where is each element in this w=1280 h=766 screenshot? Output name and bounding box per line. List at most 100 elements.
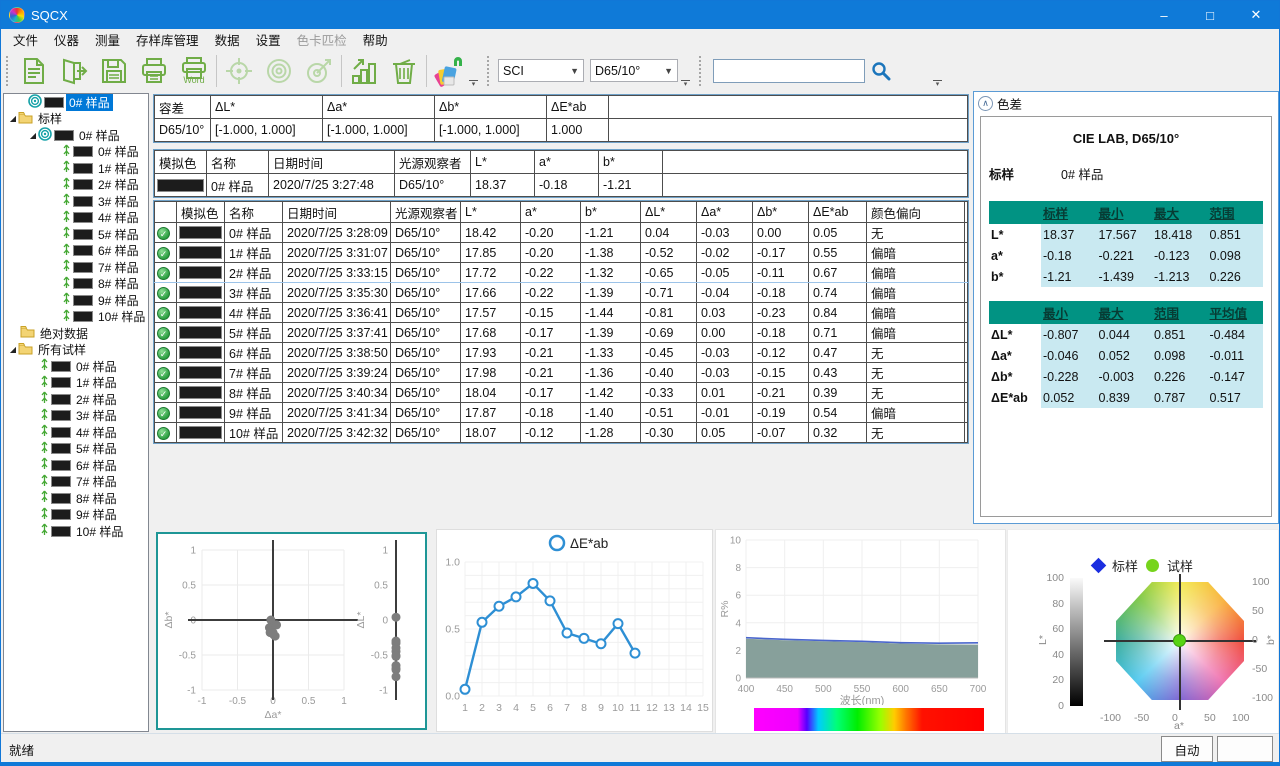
table-row[interactable]: ✓1# 样品2020/7/25 3:31:07D65/10°17.85-0.20… bbox=[155, 243, 968, 263]
tree-item[interactable]: 3# 样品 bbox=[4, 408, 148, 425]
column-header[interactable] bbox=[155, 202, 177, 223]
scatter-chart-panel[interactable]: 10.50-0.5-1-1-0.500.51Δb*Δa*10.50-0.5-1Δ… bbox=[156, 532, 427, 730]
calibrate-black-button[interactable] bbox=[219, 52, 259, 90]
table-row[interactable]: ✓7# 样品2020/7/25 3:39:24D65/10°17.98-0.21… bbox=[155, 363, 968, 383]
auto-button[interactable]: 自动 bbox=[1161, 736, 1213, 762]
close-button[interactable]: ✕ bbox=[1233, 1, 1279, 29]
tree-item[interactable]: 8# 样品 bbox=[4, 276, 148, 293]
expanded-triangle-icon[interactable]: ◢ bbox=[28, 131, 38, 140]
tree-item[interactable]: 7# 样品 bbox=[4, 474, 148, 491]
menu-item[interactable]: 文件 bbox=[5, 28, 46, 51]
column-header[interactable]: 容差 bbox=[155, 96, 211, 119]
gamut-chart-panel[interactable]: 标样 试样 100806040200100500-50-100-100-5005… bbox=[1007, 529, 1279, 736]
calibrate-white-button[interactable] bbox=[259, 52, 299, 90]
column-header[interactable]: 光源观察者 bbox=[395, 151, 471, 174]
tree-item[interactable]: 9# 样品 bbox=[4, 292, 148, 309]
collapse-icon[interactable]: ∧ bbox=[978, 96, 993, 111]
tree-item[interactable]: 9# 样品 bbox=[4, 507, 148, 524]
column-header[interactable]: 光源观察者 bbox=[391, 202, 461, 223]
table-row[interactable]: ✓5# 样品2020/7/25 3:37:41D65/10°17.68-0.17… bbox=[155, 323, 968, 343]
column-header[interactable]: b* bbox=[599, 151, 663, 174]
column-header[interactable]: 模拟色 bbox=[177, 202, 225, 223]
deltae-chart-panel[interactable]: 1234567891011121314150.00.51.0ΔE*ab bbox=[436, 529, 713, 732]
tree-item[interactable]: ◢0# 样品 bbox=[4, 127, 148, 144]
new-document-button[interactable] bbox=[14, 52, 54, 90]
column-header[interactable] bbox=[609, 96, 968, 119]
toolbar-grip[interactable] bbox=[487, 56, 492, 86]
tree-item[interactable]: 1# 样品 bbox=[4, 160, 148, 177]
toolbar-grip[interactable] bbox=[6, 56, 11, 86]
column-header[interactable]: L* bbox=[461, 202, 521, 223]
table-row[interactable]: ✓3# 样品2020/7/25 3:35:30D65/10°17.66-0.22… bbox=[155, 283, 968, 303]
table-row[interactable]: ✓2# 样品2020/7/25 3:33:15D65/10°17.72-0.22… bbox=[155, 263, 968, 283]
illuminant-select[interactable]: D65/10° ▼ bbox=[590, 59, 678, 82]
column-header[interactable]: 名称 bbox=[225, 202, 283, 223]
minimize-button[interactable]: – bbox=[1141, 1, 1187, 29]
tree-item[interactable]: 3# 样品 bbox=[4, 193, 148, 210]
column-header[interactable]: b* bbox=[581, 202, 641, 223]
expanded-triangle-icon[interactable]: ◢ bbox=[8, 345, 18, 354]
table-row[interactable]: ✓8# 样品2020/7/25 3:40:34D65/10°18.04-0.17… bbox=[155, 383, 968, 403]
tree-item[interactable]: 0# 样品 bbox=[4, 94, 148, 111]
tree-item[interactable]: 10# 样品 bbox=[4, 309, 148, 326]
measure-button[interactable] bbox=[299, 52, 339, 90]
tree-item[interactable]: 绝对数据 bbox=[4, 325, 148, 342]
table-row[interactable]: ✓6# 样品2020/7/25 3:38:50D65/10°17.93-0.21… bbox=[155, 343, 968, 363]
tree-item[interactable]: 4# 样品 bbox=[4, 210, 148, 227]
analyze-button[interactable] bbox=[344, 52, 384, 90]
column-header[interactable]: 颜色偏向 bbox=[867, 202, 965, 223]
search-input[interactable] bbox=[713, 59, 865, 83]
export-word-button[interactable]: Word bbox=[174, 52, 214, 90]
tree-item[interactable]: ◢所有试样 bbox=[4, 342, 148, 359]
spectral-chart-panel[interactable]: 0246810400450500550600650700波长(nm)R% bbox=[715, 529, 1006, 736]
tree-item[interactable]: 4# 样品 bbox=[4, 424, 148, 441]
column-header[interactable]: Δb* bbox=[435, 96, 547, 119]
column-header[interactable]: a* bbox=[535, 151, 599, 174]
maximize-button[interactable]: □ bbox=[1187, 1, 1233, 29]
toolbar-grip[interactable] bbox=[699, 56, 704, 86]
tree-item[interactable]: 2# 样品 bbox=[4, 391, 148, 408]
tree-item[interactable]: 6# 样品 bbox=[4, 457, 148, 474]
save-button[interactable] bbox=[94, 52, 134, 90]
menu-item[interactable]: 存样库管理 bbox=[128, 28, 207, 51]
column-header[interactable]: Δa* bbox=[697, 202, 753, 223]
column-header[interactable]: ΔE*ab bbox=[809, 202, 867, 223]
column-header[interactable]: ΔE*ab bbox=[547, 96, 609, 119]
search-icon[interactable] bbox=[869, 59, 893, 83]
export-button[interactable] bbox=[54, 52, 94, 90]
column-header[interactable] bbox=[663, 151, 968, 174]
column-header[interactable]: 日期时间 bbox=[283, 202, 391, 223]
menu-item[interactable]: 帮助 bbox=[355, 28, 396, 51]
column-header[interactable]: ΔL* bbox=[641, 202, 697, 223]
tree-item[interactable]: 0# 样品 bbox=[4, 358, 148, 375]
expanded-triangle-icon[interactable]: ◢ bbox=[8, 114, 18, 123]
menu-item[interactable]: 仪器 bbox=[46, 28, 87, 51]
delete-button[interactable] bbox=[384, 52, 424, 90]
tree-item[interactable]: 6# 样品 bbox=[4, 243, 148, 260]
table-row[interactable]: ✓10# 样品2020/7/25 3:42:32D65/10°18.07-0.1… bbox=[155, 423, 968, 443]
toolbar-overflow-button[interactable]: ▾ bbox=[681, 80, 690, 87]
menu-item[interactable]: 数据 bbox=[207, 28, 248, 51]
column-header[interactable]: a* bbox=[521, 202, 581, 223]
tree-item[interactable]: 2# 样品 bbox=[4, 177, 148, 194]
column-header[interactable]: Δb* bbox=[753, 202, 809, 223]
table-row[interactable]: ✓9# 样品2020/7/25 3:41:34D65/10°17.87-0.18… bbox=[155, 403, 968, 423]
print-button[interactable] bbox=[134, 52, 174, 90]
mode-select[interactable]: SCI ▼ bbox=[498, 59, 584, 82]
tree-item[interactable]: ◢标样 bbox=[4, 111, 148, 128]
column-header[interactable]: 名称 bbox=[207, 151, 269, 174]
tree-item[interactable]: 7# 样品 bbox=[4, 259, 148, 276]
table-row[interactable]: ✓0# 样品2020/7/25 3:28:09D65/10°18.42-0.20… bbox=[155, 223, 968, 243]
toolbar-overflow-button[interactable]: ▾ bbox=[933, 80, 942, 87]
tree-item[interactable]: 8# 样品 bbox=[4, 490, 148, 507]
tree-item[interactable]: 5# 样品 bbox=[4, 441, 148, 458]
table-row[interactable]: 0# 样品2020/7/25 3:27:48D65/10°18.37-0.18-… bbox=[155, 174, 968, 197]
table-row[interactable]: D65/10°[-1.000, 1.000][-1.000, 1.000][-1… bbox=[155, 119, 968, 142]
table-row[interactable]: ✓4# 样品2020/7/25 3:36:41D65/10°17.57-0.15… bbox=[155, 303, 968, 323]
tree-item[interactable]: 10# 样品 bbox=[4, 523, 148, 540]
column-header[interactable]: 模拟色 bbox=[155, 151, 207, 174]
menu-item[interactable]: 设置 bbox=[248, 28, 289, 51]
tree-item[interactable]: 5# 样品 bbox=[4, 226, 148, 243]
column-header[interactable]: ΔL* bbox=[211, 96, 323, 119]
tree-item[interactable]: 1# 样品 bbox=[4, 375, 148, 392]
